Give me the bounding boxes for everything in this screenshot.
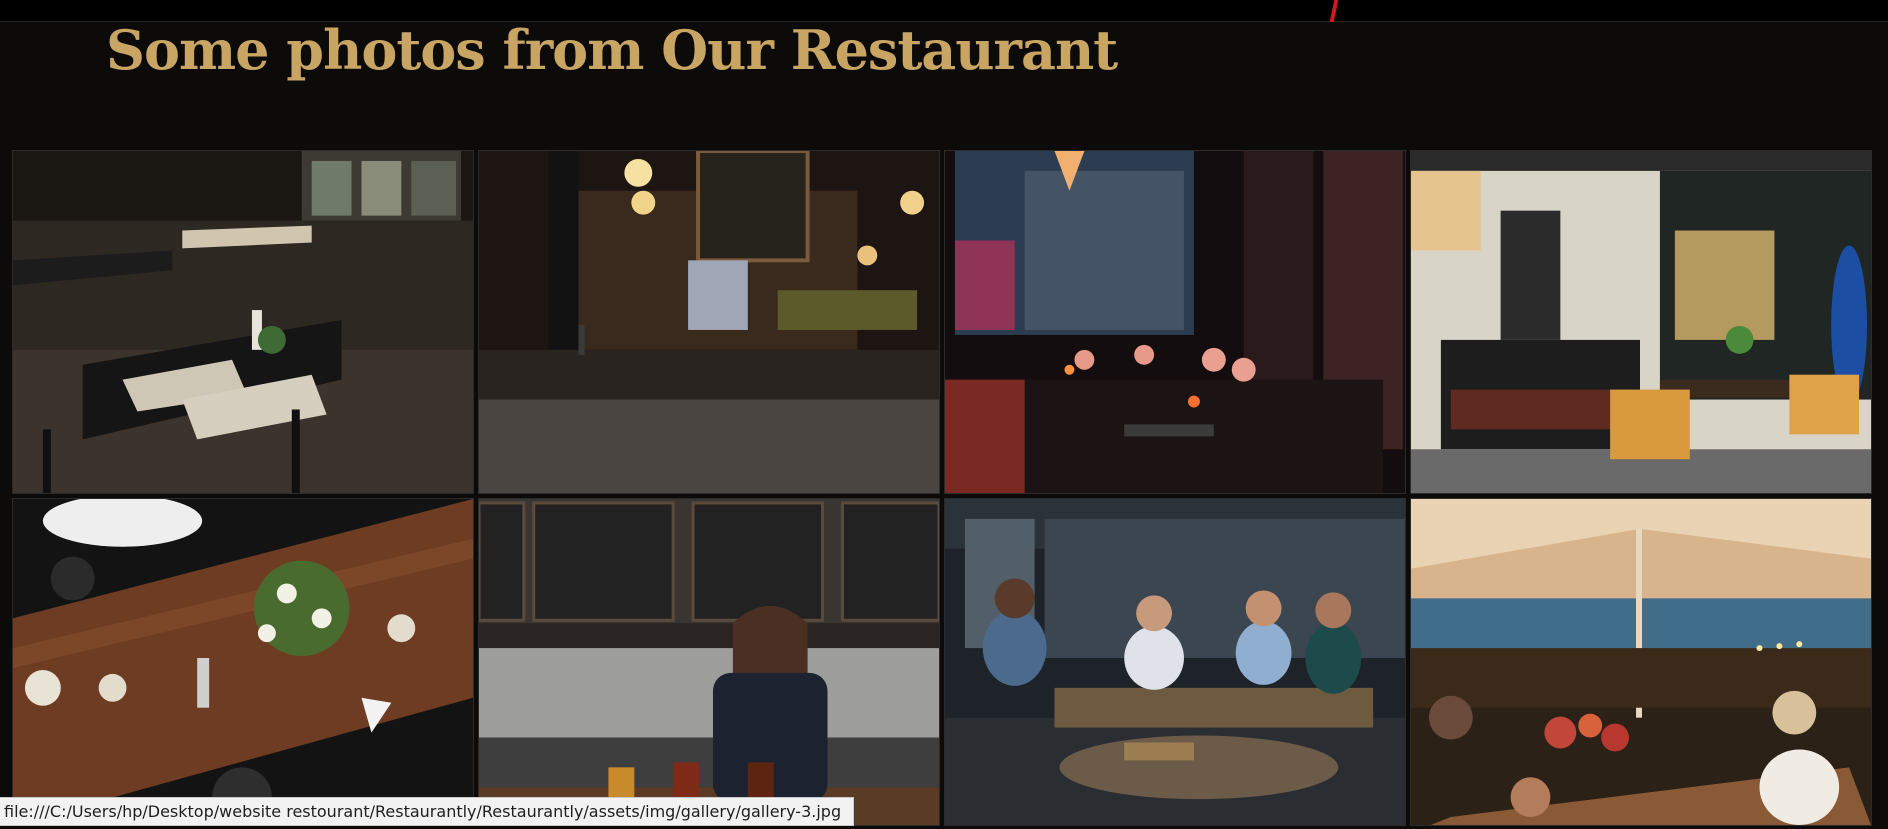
link-hover-status-bar: file:///C:/Users/hp/Desktop/website rest…: [0, 797, 855, 826]
bar-interior-image: [479, 151, 939, 493]
bartender-image: [479, 499, 939, 825]
gallery-photo-1[interactable]: [12, 150, 474, 494]
modern-dining-image: [1411, 151, 1871, 493]
outdoor-party-image: [1411, 499, 1871, 825]
gallery-photo-4[interactable]: [1410, 150, 1872, 494]
red-accent-mark: [1329, 0, 1339, 22]
gallery-photo-6[interactable]: [478, 498, 940, 826]
photo-gallery: [12, 150, 1872, 826]
wine-table-image: [945, 151, 1405, 493]
gallery-photo-3[interactable]: [944, 150, 1406, 494]
section-title: Some photos from Our Restaurant: [106, 18, 1118, 82]
dining-room-image: [13, 151, 473, 493]
table-from-above-image: [13, 499, 473, 825]
terrace-friends-image: [945, 499, 1405, 825]
gallery-photo-8[interactable]: [1410, 498, 1872, 826]
gallery-photo-7[interactable]: [944, 498, 1406, 826]
gallery-photo-5[interactable]: [12, 498, 474, 826]
gallery-photo-2[interactable]: [478, 150, 940, 494]
